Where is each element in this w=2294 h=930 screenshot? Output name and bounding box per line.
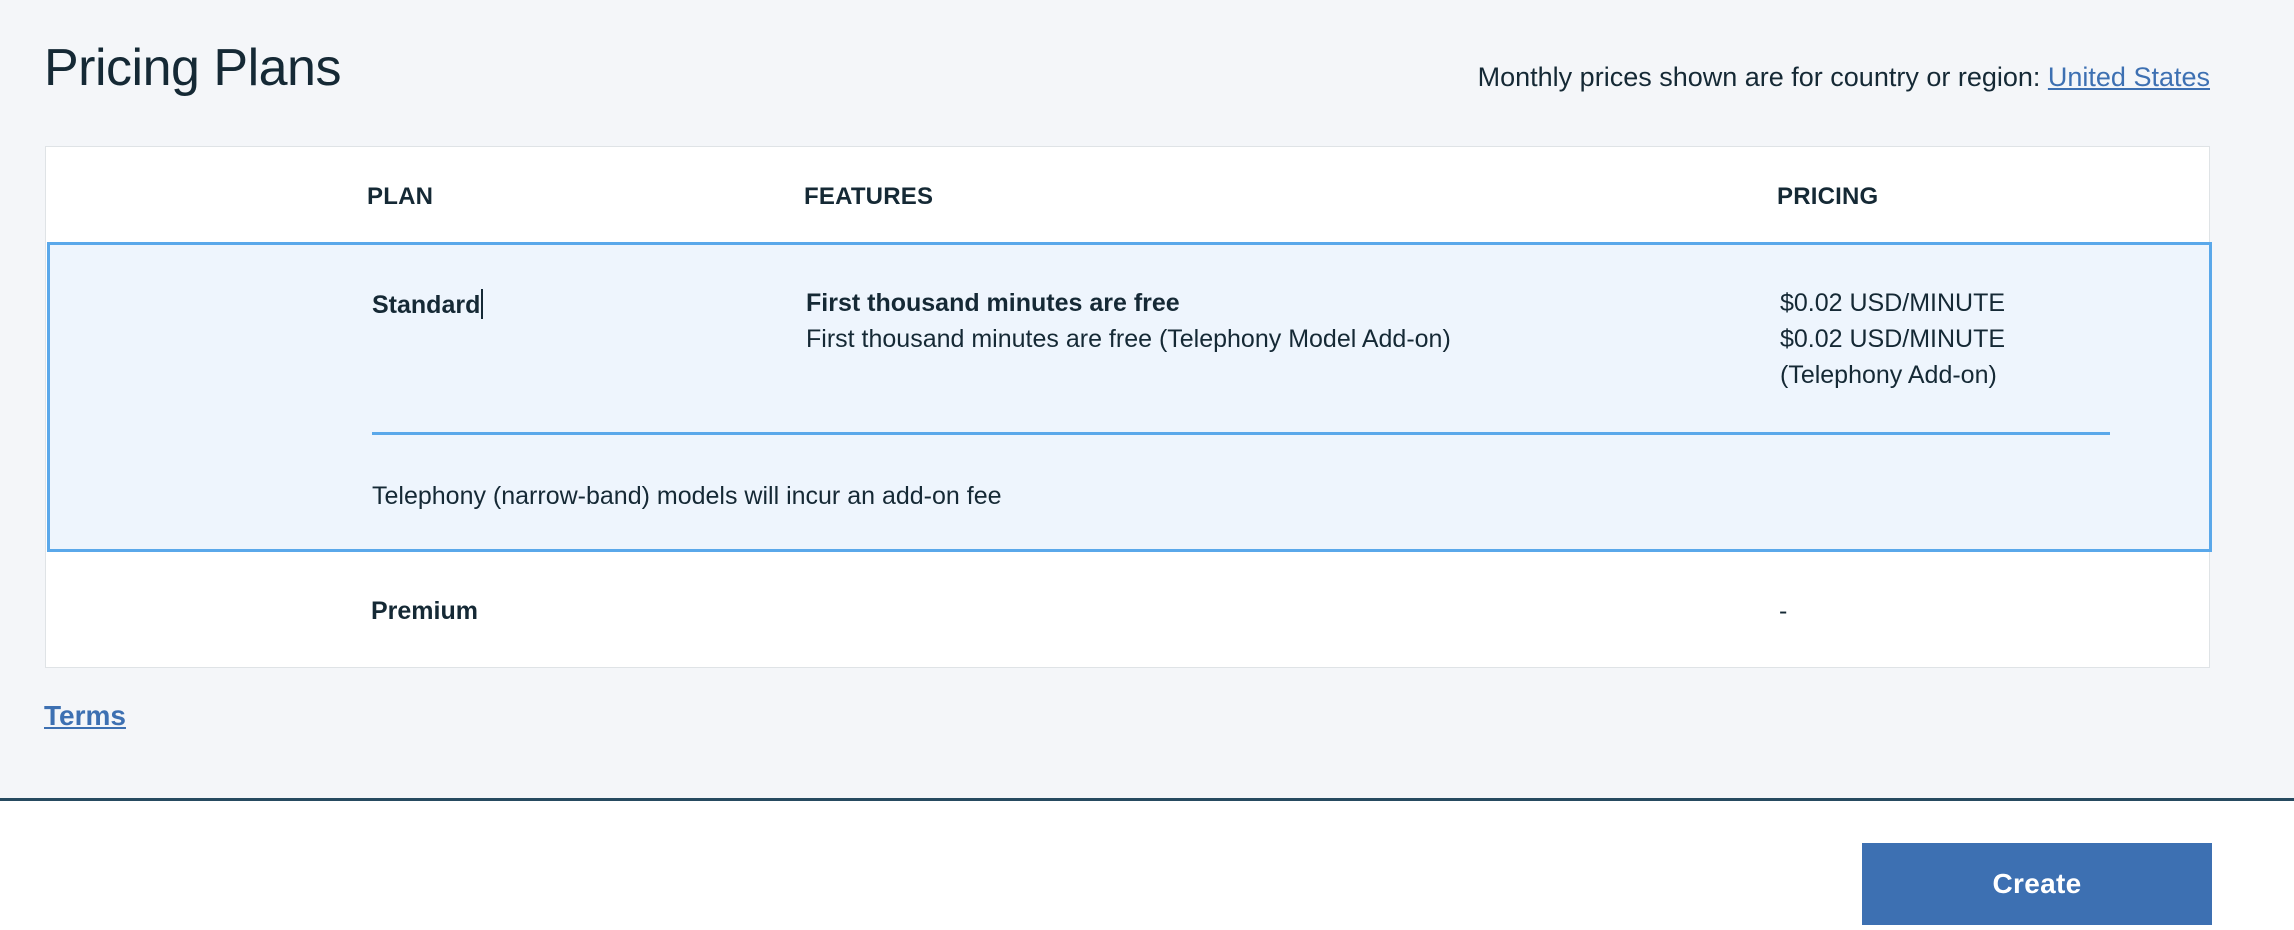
footer-bar: Create [0,798,2294,930]
price-standard-3: (Telephony Add-on) [1780,361,1997,389]
column-header-features: FEATURES [804,183,934,210]
plan-row-standard[interactable]: Standard First thousand minutes are free… [47,242,2212,552]
price-standard-2: $0.02 USD/MINUTE [1780,325,2006,353]
region-note: Monthly prices shown are for country or … [1478,62,2210,93]
terms-link[interactable]: Terms [44,700,126,732]
row-divider [372,432,2110,435]
pricing-plans-table: PLAN FEATURES PRICING Standard First tho… [45,146,2212,668]
region-link[interactable]: United States [2048,62,2210,92]
plan-name-standard: Standard [372,289,484,320]
region-note-label: Monthly prices shown are for country or … [1477,62,2048,92]
text-cursor [481,289,484,319]
plan-name-standard-text: Standard [372,291,481,319]
feature-standard-1: First thousand minutes are free [806,289,1180,317]
column-header-pricing: PRICING [1777,183,1879,210]
plan-note-standard: Telephony (narrow-band) models will incu… [372,482,1002,510]
price-standard-1: $0.02 USD/MINUTE [1780,289,2006,317]
plan-name-premium: Premium [371,597,478,625]
create-button[interactable]: Create [1862,843,2212,925]
page-title: Pricing Plans [44,39,341,97]
plan-row-premium[interactable]: Premium - [46,552,2209,668]
price-premium-1: - [1779,597,1788,625]
feature-standard-2: First thousand minutes are free (Telepho… [806,325,1451,353]
column-header-plan: PLAN [367,183,434,210]
